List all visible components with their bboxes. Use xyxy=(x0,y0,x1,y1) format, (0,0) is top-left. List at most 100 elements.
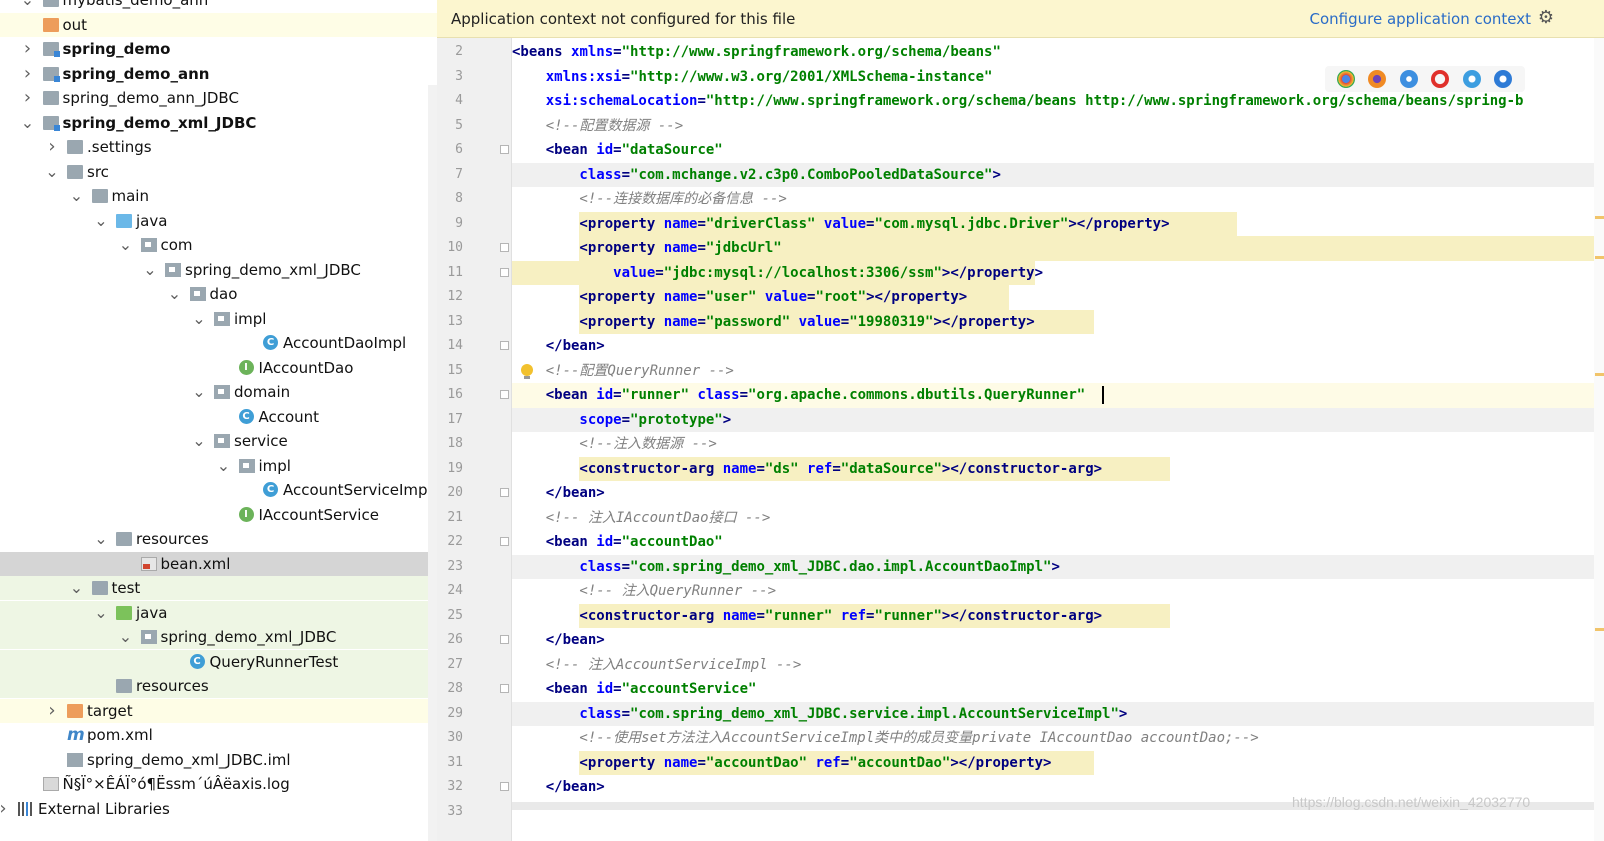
gutter-line[interactable]: 18 xyxy=(437,432,511,457)
project-tree[interactable]: ⌄mybatis_demo_annout›spring_demo›spring_… xyxy=(0,0,437,841)
tree-scrollbar[interactable] xyxy=(428,85,437,841)
gutter-line[interactable]: 19 xyxy=(437,457,511,482)
code-line[interactable]: </bean> xyxy=(512,481,1604,506)
code-line[interactable]: </bean> xyxy=(512,628,1604,653)
gutter-line[interactable]: 6 xyxy=(437,138,511,163)
code-line[interactable]: <property name="accountDao" ref="account… xyxy=(512,750,1604,775)
tree-item[interactable]: ⌄ service xyxy=(0,429,437,453)
gutter-line[interactable]: 21 xyxy=(437,506,511,531)
tree-item[interactable]: spring_demo_xml_JDBC.iml xyxy=(0,748,437,772)
error-stripe-mark[interactable] xyxy=(1595,373,1604,376)
chevron-right-icon[interactable]: › xyxy=(21,37,35,61)
vertical-scrollbar[interactable] xyxy=(1594,38,1604,841)
gutter-line[interactable]: 23 xyxy=(437,555,511,580)
chevron-down-icon[interactable]: ⌄ xyxy=(192,429,206,453)
fold-marker-icon[interactable] xyxy=(500,635,509,644)
code-line[interactable]: xsi:schemaLocation="http://www.springfra… xyxy=(512,89,1604,114)
code-line[interactable]: <bean id="runner" class="org.apache.comm… xyxy=(512,383,1604,408)
code-line[interactable]: <bean id="accountService" xyxy=(512,677,1604,702)
tree-item[interactable]: bean.xml xyxy=(0,551,437,576)
gutter-line[interactable]: 32 xyxy=(437,775,511,800)
code-line[interactable]: <constructor-arg name="ds" ref="dataSour… xyxy=(512,456,1604,481)
tree-item[interactable]: ⌄ impl xyxy=(0,307,437,331)
gutter-line[interactable]: 20 xyxy=(437,481,511,506)
gear-icon[interactable]: ⚙ xyxy=(1536,8,1556,28)
gutter-line[interactable]: 30 xyxy=(437,726,511,751)
chevron-down-icon[interactable]: ⌄ xyxy=(119,233,133,257)
chevron-down-icon[interactable]: ⌄ xyxy=(70,576,84,600)
code-line[interactable]: <!-- 注入AccountServiceImpl --> xyxy=(512,653,1604,678)
tree-item[interactable]: › spring_demo xyxy=(0,37,437,61)
tree-item[interactable]: › spring_demo_ann xyxy=(0,62,437,86)
error-stripe-mark[interactable] xyxy=(1595,256,1604,259)
tree-item[interactable]: ⌄ resources xyxy=(0,527,437,551)
tree-item[interactable]: › spring_demo_ann_JDBC xyxy=(0,86,437,110)
gutter-line[interactable]: 27 xyxy=(437,653,511,678)
code-line[interactable]: <!--注入数据源 --> xyxy=(512,432,1604,457)
tree-item[interactable]: ⌄ impl xyxy=(0,454,437,478)
opera-icon[interactable] xyxy=(1431,70,1449,88)
edge-icon[interactable] xyxy=(1494,70,1512,88)
gutter-line[interactable]: 14 xyxy=(437,334,511,359)
chevron-right-icon[interactable]: › xyxy=(21,86,35,110)
fold-marker-icon[interactable] xyxy=(500,684,509,693)
tree-item[interactable]: C Account xyxy=(0,405,437,429)
code-line[interactable]: <!-- 注入QueryRunner --> xyxy=(512,579,1604,604)
tree-item[interactable]: I IAccountDao xyxy=(0,356,437,380)
code-line[interactable]: <property name="user" value="root"></pro… xyxy=(512,285,1604,310)
fold-marker-icon[interactable] xyxy=(500,537,509,546)
code-line[interactable]: value="jdbc:mysql://localhost:3306/ssm">… xyxy=(512,260,1604,285)
code-line[interactable]: <!-- 注入IAccountDao接口 --> xyxy=(512,506,1604,531)
tree-item[interactable]: C AccountServiceImpl xyxy=(0,478,437,502)
gutter-line[interactable]: 15 xyxy=(437,359,511,384)
code-line[interactable]: <!--配置QueryRunner --> xyxy=(512,359,1604,384)
code-line[interactable]: class="com.spring_demo_xml_JDBC.service.… xyxy=(512,701,1604,726)
code-line[interactable]: <bean id="accountDao" xyxy=(512,530,1604,555)
gutter-line[interactable]: 17 xyxy=(437,408,511,433)
fold-marker-icon[interactable] xyxy=(500,488,509,497)
code-line[interactable]: class="com.mchange.v2.c3p0.ComboPooledDa… xyxy=(512,162,1604,187)
fold-marker-icon[interactable] xyxy=(500,390,509,399)
tree-item[interactable]: resources xyxy=(0,674,437,698)
tree-item[interactable]: C AccountDaoImpl xyxy=(0,331,437,355)
gutter-line[interactable]: 10 xyxy=(437,236,511,261)
chevron-right-icon[interactable]: › xyxy=(45,135,59,159)
tree-item[interactable]: out xyxy=(0,12,437,37)
code-line[interactable]: <beans xmlns="http://www.springframework… xyxy=(512,40,1604,65)
configure-context-link[interactable]: Configure application context xyxy=(1309,0,1531,38)
line-number-gutter[interactable]: 2 3 4 5 6 7 8 9 10 11 12 13 14 15 16 17 18 19 20 21 22 23 24 25… xyxy=(437,38,512,841)
error-stripe-mark[interactable] xyxy=(1595,628,1604,631)
tree-item[interactable]: ⌄ main xyxy=(0,184,437,208)
chevron-right-icon[interactable]: › xyxy=(0,797,10,821)
gutter-line[interactable]: 8 xyxy=(437,187,511,212)
code-line[interactable]: <!--配置数据源 --> xyxy=(512,114,1604,139)
tree-item[interactable]: › .settings xyxy=(0,135,437,159)
internet-explorer-icon[interactable] xyxy=(1463,70,1481,88)
tree-item[interactable]: ⌄ dao xyxy=(0,282,437,306)
gutter-line[interactable]: 9 xyxy=(437,212,511,237)
fold-marker-icon[interactable] xyxy=(500,243,509,252)
gutter-line[interactable]: 13 xyxy=(437,310,511,335)
chrome-icon[interactable] xyxy=(1337,70,1355,88)
chevron-down-icon[interactable]: ⌄ xyxy=(94,527,108,551)
chevron-down-icon[interactable]: ⌄ xyxy=(143,258,157,282)
gutter-line[interactable]: 29 xyxy=(437,702,511,727)
tree-item[interactable]: ⌄ com xyxy=(0,233,437,257)
code-line[interactable]: <property name="jdbcUrl" xyxy=(512,236,1604,261)
gutter-line[interactable]: 11 xyxy=(437,261,511,286)
gutter-line[interactable]: 3 xyxy=(437,65,511,90)
tree-item[interactable]: ⌄ mybatis_demo_ann xyxy=(0,0,437,12)
tree-item[interactable]: C QueryRunnerTest xyxy=(0,649,437,674)
code-line[interactable]: <!--使用set方法注入AccountServiceImpl类中的成员变量pr… xyxy=(512,726,1604,751)
gutter-line[interactable]: 4 xyxy=(437,89,511,114)
gutter-line[interactable]: 16 xyxy=(437,383,511,408)
gutter-line[interactable]: 25 xyxy=(437,604,511,629)
safari-icon[interactable] xyxy=(1400,70,1418,88)
lightbulb-icon[interactable] xyxy=(521,363,533,379)
tree-item[interactable]: ⌄ domain xyxy=(0,380,437,404)
chevron-down-icon[interactable]: ⌄ xyxy=(119,625,133,649)
error-stripe-mark[interactable] xyxy=(1595,216,1604,219)
tree-item[interactable]: ⌄ src xyxy=(0,160,437,184)
gutter-line[interactable]: 12 xyxy=(437,285,511,310)
tree-item[interactable]: › target xyxy=(0,698,437,723)
